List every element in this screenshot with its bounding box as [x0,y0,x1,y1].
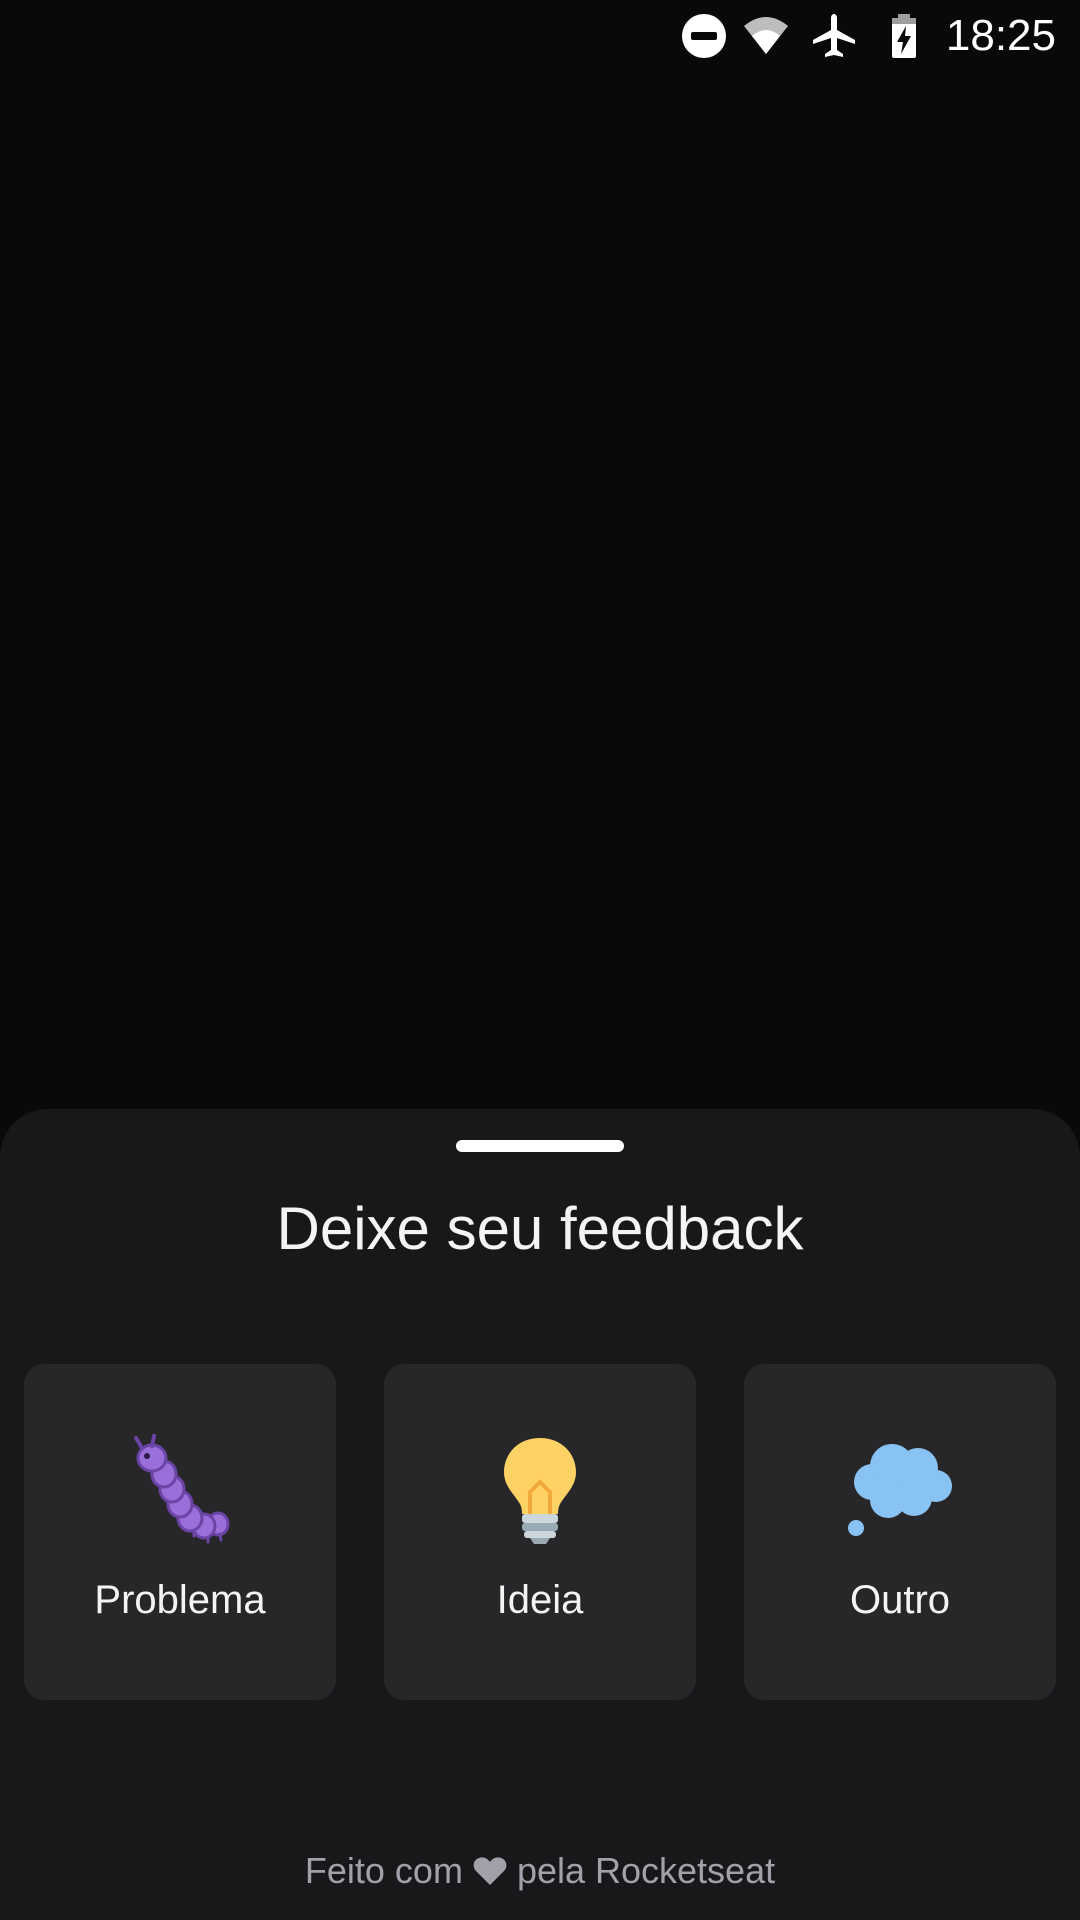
thought-bubble-icon [848,1444,952,1536]
footer-credits: Feito com pela Rocketseat [0,1849,1080,1893]
option-ideia-button[interactable]: Ideia [384,1364,696,1700]
option-label: Ideia [496,1578,584,1622]
airplane-mode-icon [813,14,855,57]
sheet-drag-handle[interactable] [456,1140,624,1152]
option-problema-button[interactable]: Problema [24,1364,336,1700]
sheet-title: Deixe seu feedback [276,1195,804,1262]
screen: 18:25 Deixe seu feedback Problema Ideia … [0,0,1080,1920]
do-not-disturb-icon [682,14,726,58]
rocketseat-link[interactable]: Rocketseat [595,1850,775,1891]
feedback-bottom-sheet: Deixe seu feedback Problema Ideia Outro … [0,1109,1080,1920]
wifi-icon [744,17,788,54]
status-time: 18:25 [945,11,1056,60]
option-label: Problema [94,1578,266,1622]
heart-icon [473,1857,507,1885]
option-label: Outro [849,1578,951,1622]
option-outro-button[interactable]: Outro [744,1364,1056,1700]
battery-charging-icon [892,14,916,58]
lightbulb-icon [504,1438,576,1544]
status-bar: 18:25 [0,0,1080,74]
feedback-type-options: Problema Ideia Outro [24,1364,1056,1700]
footer-prefix: Feito com [304,1850,463,1891]
bug-icon [134,1434,230,1544]
footer-middle: pela [516,1850,585,1891]
